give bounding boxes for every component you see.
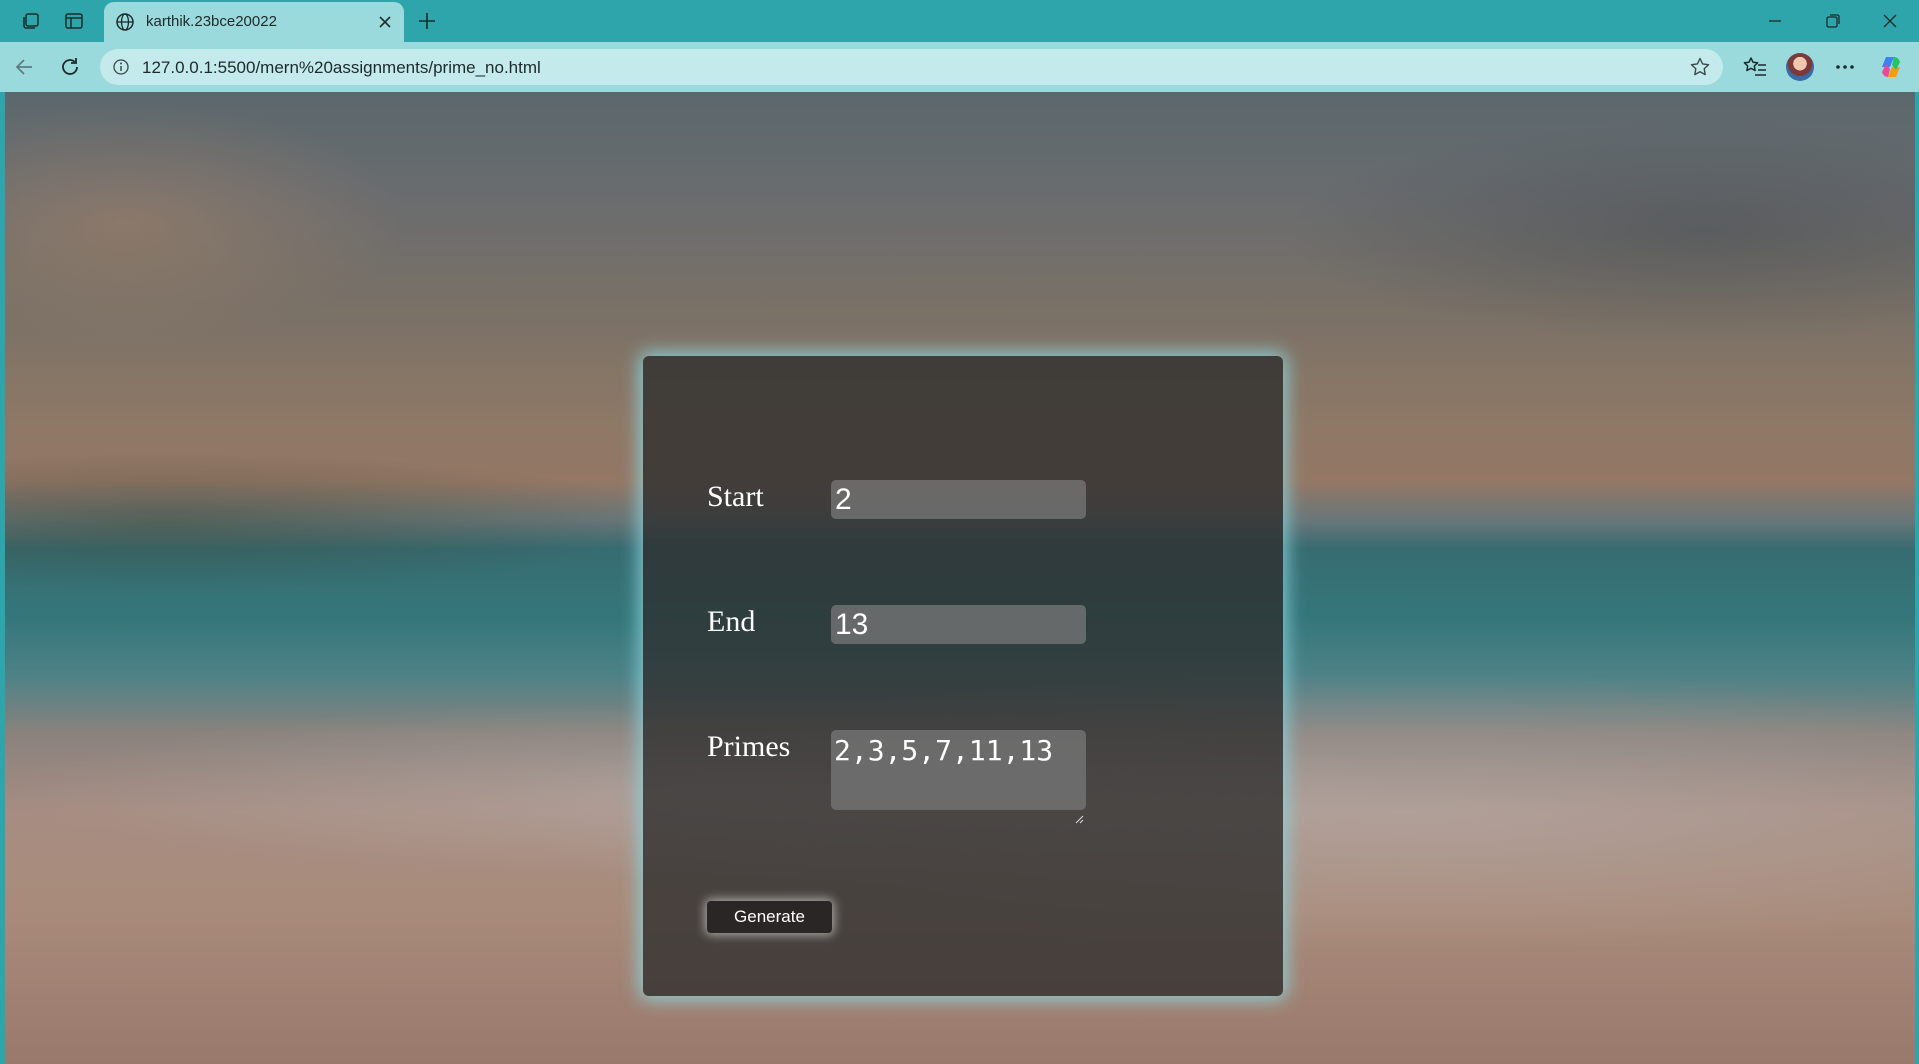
end-label: End: [707, 605, 756, 638]
tab-actions-icon[interactable]: [63, 10, 85, 32]
more-icon[interactable]: [1832, 54, 1858, 80]
star-icon[interactable]: [1689, 56, 1711, 78]
browser-titlebar: karthik.23bce20022: [0, 0, 1919, 42]
workspaces-icon[interactable]: [20, 10, 42, 32]
window-close-icon[interactable]: [1879, 10, 1901, 32]
primes-label: Primes: [707, 730, 791, 763]
address-bar[interactable]: 127.0.0.1:5500/mern%20assignments/prime_…: [100, 49, 1723, 85]
browser-toolbar: 127.0.0.1:5500/mern%20assignments/prime_…: [0, 42, 1919, 92]
prime-form-card: Start 2 End 13 Primes 2,3,5,7,11,13 Gene…: [643, 356, 1283, 996]
start-input[interactable]: 2: [831, 480, 1086, 519]
start-label: Start: [707, 480, 764, 513]
copilot-icon[interactable]: [1878, 54, 1904, 80]
avatar[interactable]: [1786, 53, 1814, 81]
primes-output: 2,3,5,7,11,13: [834, 734, 1054, 767]
refresh-icon[interactable]: [57, 54, 83, 80]
globe-icon: [114, 11, 136, 33]
generate-button[interactable]: Generate: [707, 901, 832, 933]
info-icon[interactable]: [112, 58, 130, 76]
resize-handle-icon[interactable]: [1074, 798, 1084, 824]
favorites-icon[interactable]: [1742, 54, 1768, 80]
restore-icon[interactable]: [1822, 10, 1844, 32]
minimize-icon[interactable]: [1764, 10, 1786, 32]
close-icon[interactable]: [376, 13, 394, 31]
end-input[interactable]: 13: [831, 605, 1086, 644]
url-text[interactable]: 127.0.0.1:5500/mern%20assignments/prime_…: [142, 58, 541, 78]
primes-textarea[interactable]: 2,3,5,7,11,13: [831, 730, 1086, 824]
plus-icon[interactable]: [416, 10, 438, 32]
back-icon[interactable]: [12, 54, 38, 80]
page-viewport: Start 2 End 13 Primes 2,3,5,7,11,13 Gene…: [5, 92, 1915, 1064]
browser-tab[interactable]: karthik.23bce20022: [104, 2, 404, 42]
tab-title: karthik.23bce20022: [146, 13, 277, 30]
